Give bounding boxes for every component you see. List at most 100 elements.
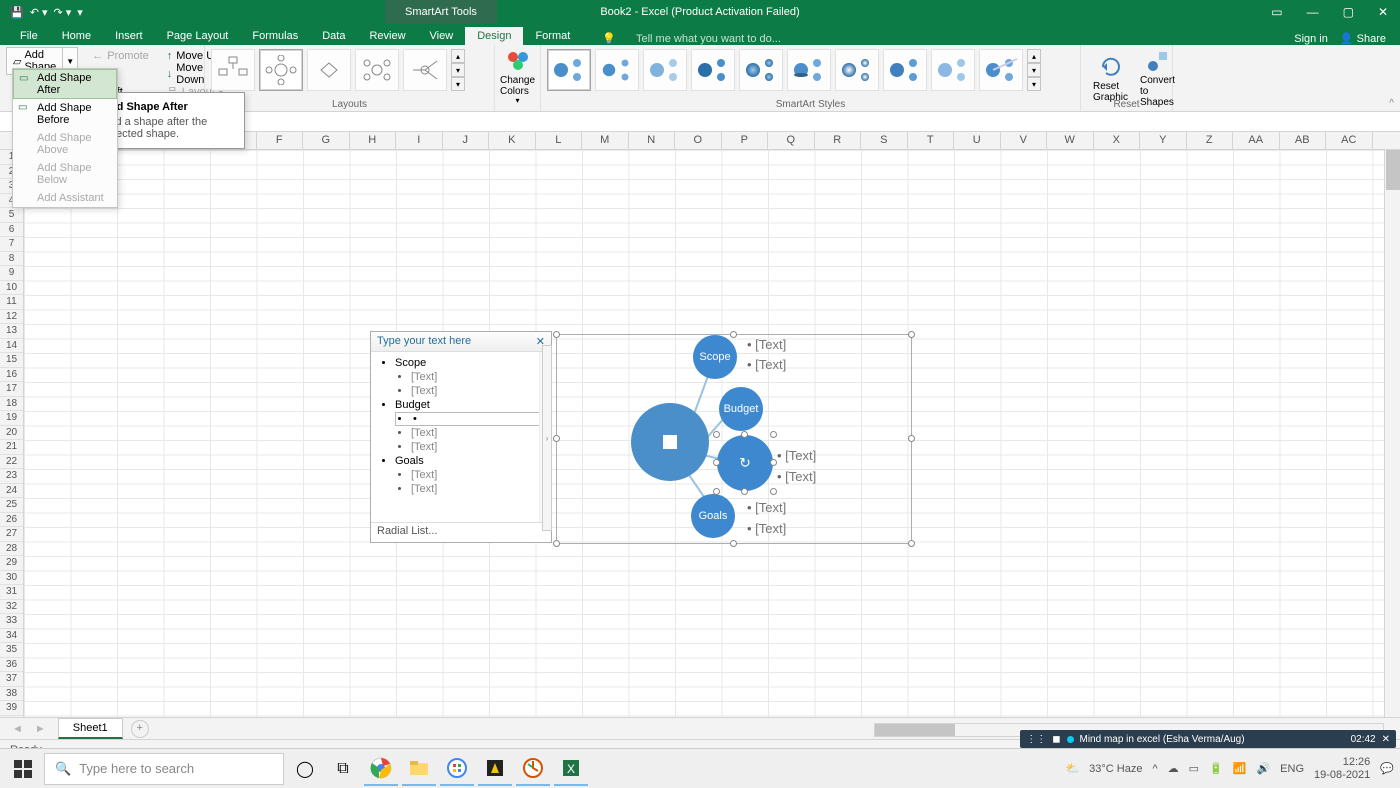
new-sheet-button[interactable]: + [131,720,149,738]
start-button[interactable] [6,753,40,785]
row-header[interactable]: 33 [0,614,23,629]
hub-circle[interactable] [631,403,709,481]
tp-item[interactable]: [Text] [411,384,543,398]
bullet-text[interactable]: [Text] [777,469,816,484]
clock[interactable]: 12:26 19-08-2021 [1314,756,1370,780]
layout-option-1[interactable] [211,49,255,91]
column-header[interactable]: X [1094,132,1141,149]
resize-handle[interactable] [741,488,748,495]
style-option-7[interactable] [835,49,879,91]
tellme-input[interactable]: Tell me what you want to do... [636,33,781,45]
resize-handle[interactable] [713,488,720,495]
ribbon-display-icon[interactable]: ▭ [1271,5,1282,19]
tp-item[interactable]: [Text] [411,482,543,496]
excel-icon[interactable]: X [554,752,588,786]
column-header[interactable]: S [861,132,908,149]
app-icon-2[interactable] [478,752,512,786]
smartart-graphic[interactable]: Scope Budget Goals ↻ [Text] [Text] [556,334,912,544]
column-header[interactable]: I [396,132,443,149]
add-shape-before[interactable]: ▭Add Shape Before [13,99,117,129]
resize-handle[interactable] [770,488,777,495]
column-header[interactable]: G [303,132,350,149]
column-header[interactable]: H [350,132,397,149]
tp-item[interactable]: [Text] [411,370,543,384]
tab-insert[interactable]: Insert [103,27,155,45]
bullet-text[interactable]: [Text] [747,357,786,372]
collapse-ribbon-icon[interactable]: ^ [1389,98,1394,109]
row-header[interactable]: 32 [0,600,23,615]
resize-handle[interactable] [770,459,777,466]
battery-icon[interactable]: 🔋 [1209,762,1223,775]
layout-option-5[interactable] [403,49,447,91]
column-header[interactable]: Y [1140,132,1187,149]
row-header[interactable]: 31 [0,585,23,600]
row-header[interactable]: 10 [0,281,23,296]
tp-item[interactable]: Scope [395,356,543,370]
layout-option-3[interactable] [307,49,351,91]
scope-circle[interactable]: Scope [693,335,737,379]
scrollbar-thumb[interactable] [875,724,955,736]
column-header[interactable]: N [629,132,676,149]
row-header[interactable]: 34 [0,629,23,644]
cells-grid[interactable]: Type your text here ✕ Scope [Text] [Text… [24,150,1400,717]
bullet-text[interactable]: [Text] [777,448,816,463]
rotate-icon[interactable]: ↻ [739,455,751,472]
meet-now-icon[interactable]: ▭ [1189,762,1199,775]
bullet-text[interactable]: [Text] [747,521,786,536]
new-shape-selected[interactable]: ↻ [717,435,773,491]
undo-icon[interactable]: ↶ ▾ [30,6,48,19]
row-header[interactable]: 6 [0,223,23,238]
resize-handle[interactable] [770,431,777,438]
minimize-icon[interactable]: — [1307,5,1319,19]
weather-icon[interactable]: ⛅ [1065,762,1079,775]
style-option-4[interactable] [691,49,735,91]
column-header[interactable]: AB [1280,132,1327,149]
scrollbar-thumb[interactable] [1386,150,1400,190]
row-header[interactable]: 35 [0,643,23,658]
column-header[interactable]: R [815,132,862,149]
style-option-2[interactable] [595,49,639,91]
close-icon[interactable]: ✕ [1378,5,1388,19]
style-option-5[interactable] [739,49,783,91]
column-header[interactable]: Q [768,132,815,149]
redo-icon[interactable]: ↷ ▾ [54,6,72,19]
row-header[interactable]: 13 [0,324,23,339]
row-header[interactable]: 37 [0,672,23,687]
row-header[interactable]: 14 [0,339,23,354]
column-header[interactable]: F [257,132,304,149]
bullet-text[interactable]: [Text] [747,500,786,515]
tab-file[interactable]: File [8,27,50,45]
sheet-nav-prev[interactable]: ◄ [6,723,29,735]
column-header[interactable]: V [1001,132,1048,149]
tp-item[interactable]: [Text] [411,468,543,482]
row-header[interactable]: 16 [0,368,23,383]
style-option-6[interactable] [787,49,831,91]
tab-page-layout[interactable]: Page Layout [155,27,241,45]
gallery-up-icon[interactable]: ▴ [451,49,465,63]
styles-down-icon[interactable]: ▾ [1027,63,1041,77]
row-header[interactable]: 8 [0,252,23,267]
sheet-nav-next[interactable]: ► [29,723,52,735]
notifications-icon[interactable]: 💬 [1380,762,1394,775]
column-header[interactable]: Z [1187,132,1234,149]
share-button[interactable]: 👤 Share [1340,32,1386,45]
tab-view[interactable]: View [418,27,466,45]
recording-close-icon[interactable]: ✕ [1382,734,1390,745]
gallery-more-icon[interactable]: ▾ [451,77,465,91]
column-header[interactable]: M [582,132,629,149]
tp-item[interactable]: Budget [395,398,543,412]
tab-formulas[interactable]: Formulas [240,27,310,45]
style-option-8[interactable] [883,49,927,91]
row-header[interactable]: 28 [0,542,23,557]
row-header[interactable]: 26 [0,513,23,528]
tab-data[interactable]: Data [310,27,357,45]
language-indicator[interactable]: ENG [1280,763,1304,775]
styles-up-icon[interactable]: ▴ [1027,49,1041,63]
task-view-icon[interactable]: ⧉ [326,752,360,786]
style-option-3[interactable] [643,49,687,91]
row-header[interactable]: 30 [0,571,23,586]
tp-item[interactable]: Goals [395,454,543,468]
tab-format[interactable]: Format [523,27,582,45]
column-header[interactable]: U [954,132,1001,149]
tab-home[interactable]: Home [50,27,103,45]
